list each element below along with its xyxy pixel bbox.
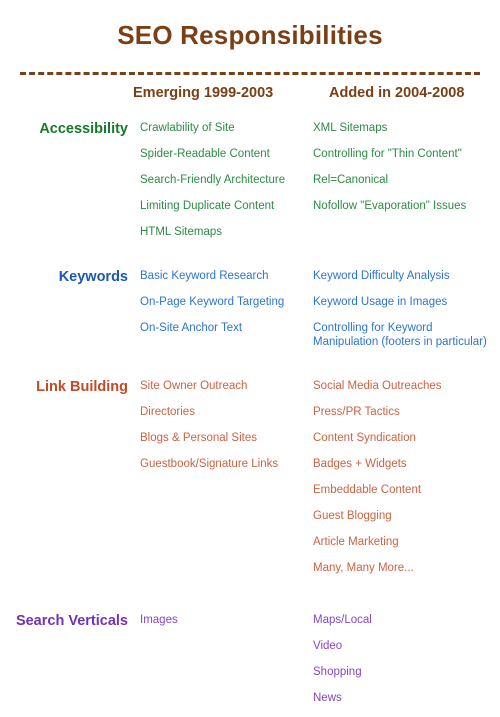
section-verticals: Search Verticals Images Maps/Local Video Sho… [0, 613, 500, 717]
list-item: Guestbook/Signature Links [140, 457, 279, 470]
list-item: Directories [140, 405, 195, 418]
list-item: Keyword Usage in Images [313, 295, 448, 308]
section-accessibility: Accessibility Crawlability of Site Spider-… [0, 121, 500, 251]
list-item: Guest Blogging [313, 509, 392, 522]
list-item: Video [313, 639, 343, 652]
list-item: Spider-Readable Content [140, 147, 270, 160]
list-item: Many, Many More... [313, 561, 414, 574]
list-item: Shopping [313, 665, 362, 678]
dashed-divider [20, 71, 480, 75]
column-added: Keyword Difficulty Analysis Keyword Usage… [313, 269, 500, 361]
list-item: Embeddable Content [313, 483, 422, 496]
list-item: HTML Sitemaps [140, 225, 223, 238]
column-header-added: Added in 2004-2008 [329, 84, 465, 101]
list-item: Maps/Local [313, 613, 372, 626]
list-item: Crawlability of Site [140, 121, 235, 134]
list-item: Limiting Duplicate Content [140, 199, 275, 212]
column-emerging: Site Owner Outreach Directories Blogs & Pe… [140, 379, 310, 483]
list-item: Images [140, 613, 178, 626]
list-item: XML Sitemaps [313, 121, 388, 134]
column-emerging: Crawlability of Site Spider-Readable Cont… [140, 121, 310, 251]
list-item: Blogs & Personal Sites [140, 431, 257, 444]
list-item: Content Syndication [313, 431, 416, 444]
column-added: Social Media Outreaches Press/PR Tactics C… [313, 379, 500, 587]
list-item: Badges + Widgets [313, 457, 407, 470]
list-item: Social Media Outreaches [313, 379, 442, 392]
column-added: Maps/Local Video Shopping News [313, 613, 500, 717]
section-linkbuilding: Link Building Site Owner Outreach Director… [0, 379, 500, 587]
seo-responsibilities-infographic: SEO Responsibilities Emerging 1999-2003 … [0, 17, 500, 704]
column-emerging: Images [140, 613, 310, 639]
page-title: SEO Responsibilities [117, 20, 383, 51]
section-columns: Site Owner Outreach Directories Blogs & Pe… [0, 379, 500, 587]
column-header-emerging: Emerging 1999-2003 [133, 84, 274, 101]
list-item: Controlling for Keyword Manipulation (fo… [313, 321, 487, 348]
list-item: Rel=Canonical [313, 173, 389, 186]
list-item: Keyword Difficulty Analysis [313, 269, 450, 282]
divider-container [0, 68, 500, 75]
list-item: Article Marketing [313, 535, 399, 548]
section-columns: Crawlability of Site Spider-Readable Cont… [0, 121, 500, 251]
list-item: Press/PR Tactics [313, 405, 400, 418]
list-item: Basic Keyword Research [140, 269, 269, 282]
list-item: On-Site Anchor Text [140, 321, 243, 334]
section-columns: Images Maps/Local Video Shopping News [0, 613, 500, 717]
column-emerging: Basic Keyword Research On-Page Keyword Ta… [140, 269, 310, 347]
list-item: Controlling for "Thin Content" [313, 147, 462, 160]
column-added: XML Sitemaps Controlling for "Thin Conten… [313, 121, 500, 225]
list-item: Search-Friendly Architecture [140, 173, 286, 186]
list-item: Site Owner Outreach [140, 379, 248, 392]
list-item: On-Page Keyword Targeting [140, 295, 285, 308]
column-headers: Emerging 1999-2003 Added in 2004-2008 [0, 85, 500, 109]
sections-container: Accessibility Crawlability of Site Spider-… [0, 121, 500, 717]
section-keywords: Keywords Basic Keyword Research On-Page Ke… [0, 269, 500, 361]
list-item: Nofollow "Evaporation" Issues [313, 199, 467, 212]
section-columns: Basic Keyword Research On-Page Keyword Ta… [0, 269, 500, 361]
list-item: News [313, 691, 342, 704]
